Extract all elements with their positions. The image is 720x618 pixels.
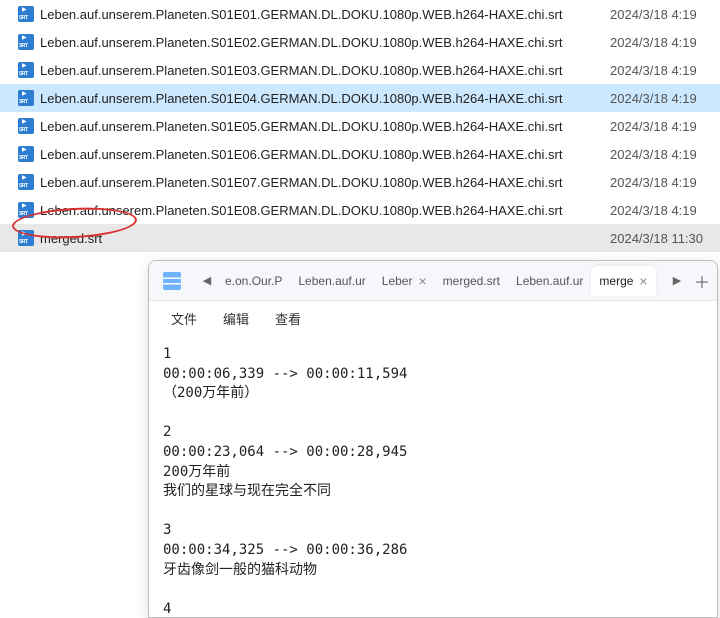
srt-file-icon <box>18 34 34 50</box>
notepad-titlebar: ◀ e.on.Our.P Leben.auf.ur Leber × merged.srt… <box>149 261 717 301</box>
file-name: Leben.auf.unserem.Planeten.S01E01.GERMAN… <box>40 7 610 22</box>
notepad-icon <box>163 272 181 290</box>
editor-tab[interactable]: Leben.auf.ur <box>508 266 591 296</box>
tab-label: Leben.auf.ur <box>298 274 365 288</box>
file-name: Leben.auf.unserem.Planeten.S01E04.GERMAN… <box>40 91 610 106</box>
file-name: merged.srt <box>40 231 610 246</box>
new-tab-button[interactable]: ＋ <box>687 269 717 293</box>
file-date: 2024/3/18 4:19 <box>610 35 720 50</box>
file-list: Leben.auf.unserem.Planeten.S01E01.GERMAN… <box>0 0 720 252</box>
file-date: 2024/3/18 11:30 <box>610 231 720 246</box>
editor-content[interactable]: 1 00:00:06,339 --> 00:00:11,594 （200万年前）… <box>149 335 717 618</box>
srt-file-icon <box>18 174 34 190</box>
menu-item[interactable]: 文件 <box>159 305 209 332</box>
file-row[interactable]: Leben.auf.unserem.Planeten.S01E01.GERMAN… <box>0 0 720 28</box>
file-name: Leben.auf.unserem.Planeten.S01E02.GERMAN… <box>40 35 610 50</box>
file-date: 2024/3/18 4:19 <box>610 175 720 190</box>
file-date: 2024/3/18 4:19 <box>610 119 720 134</box>
file-row[interactable]: Leben.auf.unserem.Planeten.S01E03.GERMAN… <box>0 56 720 84</box>
file-date: 2024/3/18 4:19 <box>610 91 720 106</box>
file-name: Leben.auf.unserem.Planeten.S01E08.GERMAN… <box>40 203 610 218</box>
file-name: Leben.auf.unserem.Planeten.S01E05.GERMAN… <box>40 119 610 134</box>
notepad-window: ◀ e.on.Our.P Leben.auf.ur Leber × merged.srt… <box>148 260 718 618</box>
file-row[interactable]: Leben.auf.unserem.Planeten.S01E06.GERMAN… <box>0 140 720 168</box>
file-row[interactable]: Leben.auf.unserem.Planeten.S01E08.GERMAN… <box>0 196 720 224</box>
menu-item[interactable]: 编辑 <box>211 305 261 332</box>
close-icon[interactable]: × <box>418 273 426 289</box>
file-row[interactable]: Leben.auf.unserem.Planeten.S01E07.GERMAN… <box>0 168 720 196</box>
file-date: 2024/3/18 4:19 <box>610 203 720 218</box>
tab-nav-right[interactable]: ▶ <box>667 266 687 296</box>
editor-tab[interactable]: Leben.auf.ur <box>290 266 373 296</box>
file-date: 2024/3/18 4:19 <box>610 147 720 162</box>
file-name: Leben.auf.unserem.Planeten.S01E07.GERMAN… <box>40 175 610 190</box>
editor-tab[interactable]: merged.srt <box>435 266 508 296</box>
menu-bar: 文件编辑查看 <box>149 301 717 335</box>
tab-nav-left[interactable]: ◀ <box>197 266 217 296</box>
srt-file-icon <box>18 90 34 106</box>
srt-file-icon <box>18 62 34 78</box>
file-row[interactable]: Leben.auf.unserem.Planeten.S01E04.GERMAN… <box>0 84 720 112</box>
file-row[interactable]: merged.srt2024/3/18 11:30 <box>0 224 720 252</box>
srt-file-icon <box>18 118 34 134</box>
editor-tab[interactable]: e.on.Our.P <box>217 266 290 296</box>
srt-file-icon <box>18 230 34 246</box>
srt-file-icon <box>18 146 34 162</box>
srt-file-icon <box>18 202 34 218</box>
file-row[interactable]: Leben.auf.unserem.Planeten.S01E02.GERMAN… <box>0 28 720 56</box>
srt-file-icon <box>18 6 34 22</box>
file-name: Leben.auf.unserem.Planeten.S01E06.GERMAN… <box>40 147 610 162</box>
tab-label: merge <box>599 274 633 288</box>
tab-label: merged.srt <box>443 274 500 288</box>
close-icon[interactable]: × <box>639 273 647 289</box>
file-row[interactable]: Leben.auf.unserem.Planeten.S01E05.GERMAN… <box>0 112 720 140</box>
menu-item[interactable]: 查看 <box>263 305 313 332</box>
editor-tab[interactable]: merge × <box>591 266 655 296</box>
tab-label: Leben.auf.ur <box>516 274 583 288</box>
file-name: Leben.auf.unserem.Planeten.S01E03.GERMAN… <box>40 63 610 78</box>
tab-label: Leber <box>382 274 413 288</box>
tab-strip: e.on.Our.P Leben.auf.ur Leber × merged.srt Le… <box>217 261 667 300</box>
tab-label: e.on.Our.P <box>225 274 282 288</box>
editor-tab[interactable]: Leber × <box>374 266 435 296</box>
file-date: 2024/3/18 4:19 <box>610 63 720 78</box>
file-date: 2024/3/18 4:19 <box>610 7 720 22</box>
